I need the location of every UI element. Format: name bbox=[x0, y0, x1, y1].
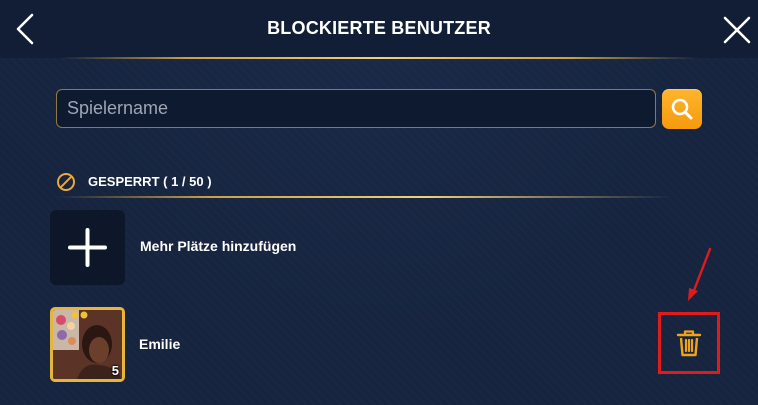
annotation-highlight-box bbox=[658, 312, 720, 374]
avatar[interactable]: 5 bbox=[50, 307, 125, 382]
header-divider bbox=[60, 57, 698, 59]
close-icon bbox=[723, 16, 751, 44]
search-icon bbox=[671, 98, 693, 120]
page-title: BLOCKIERTE BENUTZER bbox=[267, 18, 491, 38]
search-button[interactable] bbox=[662, 89, 702, 129]
player-search-input[interactable] bbox=[57, 90, 655, 127]
blocked-icon bbox=[57, 173, 75, 191]
add-slots-label[interactable]: Mehr Plätze hinzufügen bbox=[140, 238, 296, 254]
player-level-badge: 5 bbox=[111, 363, 119, 378]
close-button[interactable] bbox=[720, 13, 754, 47]
player-name: Emilie bbox=[139, 336, 181, 352]
annotation-arrow-icon bbox=[688, 247, 712, 301]
plus-icon bbox=[68, 228, 107, 267]
player-search-field[interactable] bbox=[56, 89, 656, 128]
blocked-users-screen: BLOCKIERTE BENUTZER GESPERRT ( 1 / 50 ) bbox=[0, 0, 758, 405]
blocked-count-label: GESPERRT ( 1 / 50 ) bbox=[88, 174, 212, 189]
header-bar: BLOCKIERTE BENUTZER bbox=[0, 0, 758, 58]
add-slots-button[interactable] bbox=[50, 210, 125, 285]
section-divider bbox=[56, 196, 672, 198]
